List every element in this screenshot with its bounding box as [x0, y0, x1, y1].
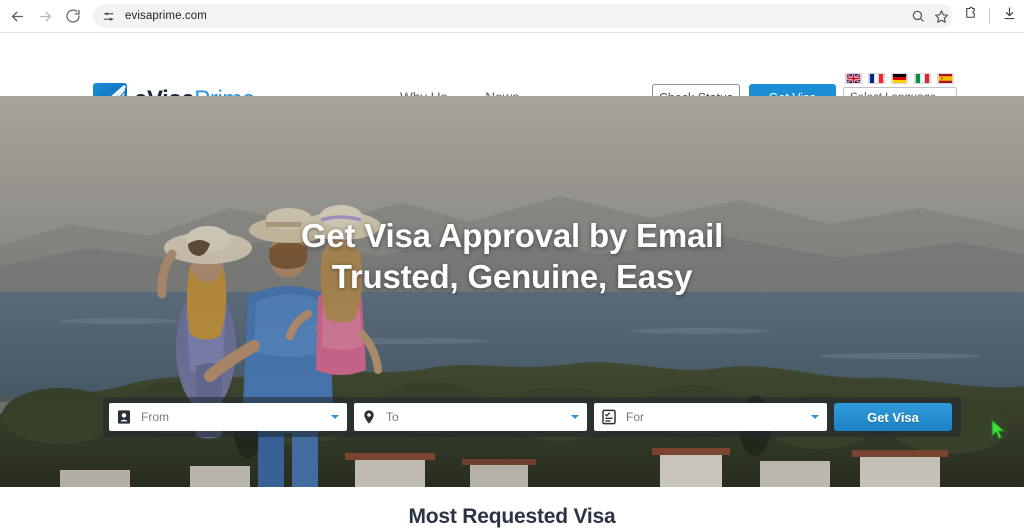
- reload-icon: [65, 8, 81, 24]
- toolbar-divider: [989, 8, 990, 24]
- hero-title: Get Visa Approval by Email Trusted, Genu…: [0, 216, 1024, 298]
- star-icon[interactable]: [934, 9, 949, 24]
- for-field[interactable]: For: [594, 403, 827, 431]
- extensions-puzzle-icon: [963, 6, 978, 26]
- search-icon[interactable]: [911, 9, 925, 23]
- extensions-button[interactable]: [957, 3, 983, 29]
- flag-row: [843, 73, 957, 84]
- url-text: evisaprime.com: [125, 10, 207, 22]
- chevron-down-icon: [571, 415, 579, 419]
- address-bar[interactable]: evisaprime.com: [93, 4, 953, 28]
- passport-icon: [115, 408, 133, 426]
- search-get-visa-button[interactable]: Get Visa: [834, 403, 952, 431]
- browser-toolbar: evisaprime.com: [0, 0, 1024, 33]
- back-arrow-icon: [9, 8, 26, 25]
- chevron-down-icon: [811, 415, 819, 419]
- tune-sliders-icon[interactable]: [99, 7, 117, 25]
- forward-arrow-icon: [37, 8, 54, 25]
- most-requested-section: Most Requested Visa: [0, 487, 1024, 528]
- from-field-placeholder: From: [141, 410, 169, 424]
- visa-search-bar: From To For Get Visa: [103, 397, 961, 437]
- hero-title-line1: Get Visa Approval by Email: [300, 217, 724, 254]
- download-button[interactable]: [996, 3, 1022, 29]
- back-button[interactable]: [3, 2, 31, 30]
- flag-france[interactable]: [868, 73, 885, 84]
- chevron-down-icon: [331, 415, 339, 419]
- reload-button[interactable]: [59, 2, 87, 30]
- section-title: Most Requested Visa: [408, 505, 616, 528]
- download-icon: [1002, 6, 1017, 26]
- location-pin-icon: [360, 408, 378, 426]
- forward-button[interactable]: [31, 2, 59, 30]
- mouse-cursor-icon: [991, 418, 1007, 446]
- browser-actions: [957, 3, 1024, 29]
- to-field-placeholder: To: [386, 410, 399, 424]
- flag-germany[interactable]: [891, 73, 908, 84]
- for-field-placeholder: For: [626, 410, 644, 424]
- hero-banner: Get Visa Approval by Email Trusted, Genu…: [0, 96, 1024, 487]
- site-header: eVisaPrime Why Us News Check Status Get …: [0, 33, 1024, 116]
- hero-title-line2: Trusted, Genuine, Easy: [331, 257, 693, 295]
- flag-uk[interactable]: [845, 73, 862, 84]
- to-field[interactable]: To: [354, 403, 587, 431]
- flag-italy[interactable]: [914, 73, 931, 84]
- checklist-icon: [600, 408, 618, 426]
- from-field[interactable]: From: [109, 403, 347, 431]
- flag-spain[interactable]: [937, 73, 954, 84]
